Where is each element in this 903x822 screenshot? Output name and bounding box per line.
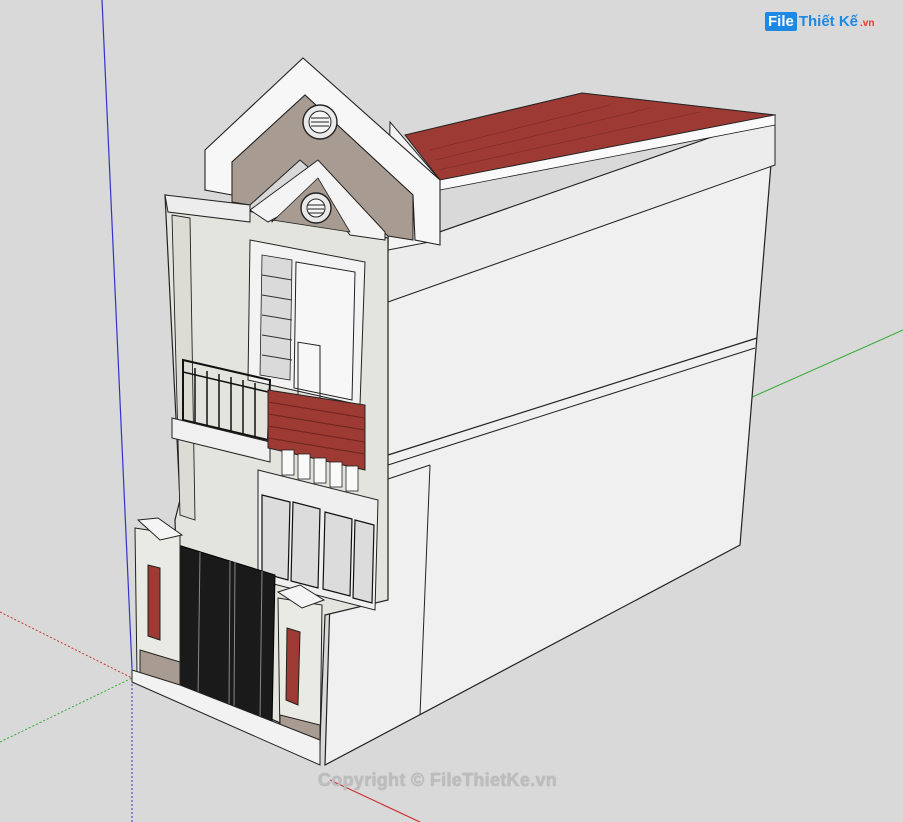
copyright-watermark: Copyright © FileThietKe.vn — [318, 770, 558, 790]
house-3d-model — [0, 0, 903, 822]
sketchup-viewport[interactable]: File Thiết Kế .vn Copyright © FileThietK… — [0, 0, 903, 822]
logo-icon: File — [765, 12, 797, 31]
logo: File Thiết Kế .vn — [765, 12, 874, 31]
logo-suffix: .vn — [860, 18, 875, 29]
logo-text: Thiết Kế — [798, 13, 859, 30]
